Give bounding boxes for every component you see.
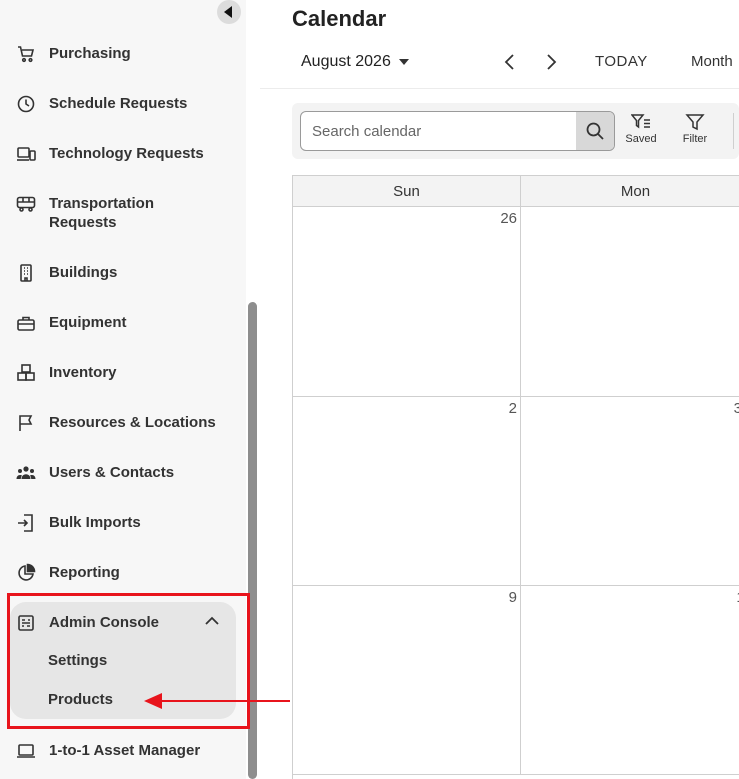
sidebar-item-label: Buildings — [49, 264, 118, 281]
sidebar-item-label: Transportation Requests — [49, 195, 155, 231]
sidebar-item-purchasing[interactable]: Purchasing — [16, 44, 236, 64]
day-header-mon: Mon — [521, 176, 739, 207]
calendar-toolbar: Saved Filter — [292, 103, 739, 159]
day-number: 9 — [508, 589, 517, 606]
day-number: 3 — [733, 400, 739, 417]
arrow-icon — [144, 693, 290, 709]
sidebar-item-transportation-requests[interactable]: Transportation Requests — [16, 194, 236, 232]
month-grid: Sun Mon 26 27 2 3 9 10 — [292, 175, 739, 779]
saved-label: Saved — [625, 133, 657, 145]
sidebar-item-asset-manager[interactable]: 1-to-1 Asset Manager — [16, 741, 236, 761]
sidebar-item-label: 1-to-1 Asset Manager — [49, 742, 201, 759]
sidebar-item-equipment[interactable]: Equipment — [16, 313, 236, 333]
search-input[interactable] — [301, 112, 576, 150]
calendar-day-cell[interactable]: 2 — [293, 397, 521, 586]
sidebar-item-label: Inventory — [49, 364, 117, 381]
collapse-sidebar-button[interactable] — [217, 0, 241, 24]
sidebar-item-buildings[interactable]: Buildings — [16, 263, 236, 283]
bus-icon — [16, 194, 36, 214]
calendar-day-cell[interactable]: 26 — [293, 207, 521, 397]
saved-filters-button[interactable]: Saved — [619, 113, 663, 145]
calendar-day-cell[interactable]: 27 — [521, 207, 739, 397]
clock-icon — [16, 94, 36, 114]
chevron-left-icon[interactable] — [502, 52, 518, 72]
search-icon — [586, 122, 604, 140]
calendar-day-cell[interactable]: 3 — [521, 397, 739, 586]
day-header-sun: Sun — [293, 176, 521, 207]
calendar-day-cell[interactable]: 10 — [521, 586, 739, 775]
sidebar-item-resources-locations[interactable]: Resources & Locations — [16, 413, 236, 433]
chevron-right-icon[interactable] — [543, 52, 559, 72]
sidebar-item-label: Resources & Locations — [49, 414, 216, 431]
saved-filter-icon — [631, 114, 650, 129]
month-selector[interactable]: August 2026 — [301, 53, 409, 71]
caret-down-icon — [398, 59, 409, 65]
sidebar-item-reporting[interactable]: Reporting — [16, 563, 236, 583]
page-title: Calendar — [292, 6, 387, 31]
view-month-button[interactable]: Month — [691, 53, 733, 70]
sidebar-item-label: Equipment — [49, 314, 127, 331]
import-icon — [16, 513, 36, 533]
calendar-day-cell[interactable]: 9 — [293, 586, 521, 775]
pie-chart-icon — [16, 563, 36, 583]
sidebar-item-bulk-imports[interactable]: Bulk Imports — [16, 513, 236, 533]
cart-icon — [16, 44, 36, 64]
users-icon — [16, 463, 36, 483]
sidebar-item-schedule-requests[interactable]: Schedule Requests — [16, 94, 236, 114]
filter-label: Filter — [682, 133, 708, 145]
sidebar-item-label: Technology Requests — [49, 145, 204, 162]
day-number: 2 — [508, 400, 517, 417]
sidebar-item-technology-requests[interactable]: Technology Requests — [16, 144, 236, 164]
search-box — [300, 111, 615, 151]
sidebar-item-label: Purchasing — [49, 45, 131, 62]
sidebar-item-label: Reporting — [49, 564, 120, 581]
search-button[interactable] — [576, 112, 614, 150]
filter-button[interactable]: Filter — [673, 113, 717, 145]
building-icon — [16, 263, 36, 283]
toolbar-divider — [733, 113, 734, 149]
sidebar-item-label: Schedule Requests — [49, 95, 188, 112]
header-divider — [260, 88, 739, 89]
sidebar-item-inventory[interactable]: Inventory — [16, 363, 236, 383]
devices-icon — [16, 144, 36, 164]
day-number: 26 — [500, 210, 517, 227]
today-button[interactable]: TODAY — [595, 53, 648, 70]
filter-icon — [685, 114, 705, 131]
main-content: Calendar August 2026 TODAY Month Saved F… — [260, 0, 739, 779]
month-label: August 2026 — [301, 53, 391, 70]
sidebar-item-users-contacts[interactable]: Users & Contacts — [16, 463, 236, 483]
sidebar-item-label: Users & Contacts — [49, 464, 175, 481]
laptop-icon — [16, 741, 36, 761]
toolbox-icon — [16, 313, 36, 333]
boxes-icon — [16, 363, 36, 383]
flag-icon — [16, 413, 36, 433]
sidebar-item-label: Bulk Imports — [49, 514, 141, 531]
